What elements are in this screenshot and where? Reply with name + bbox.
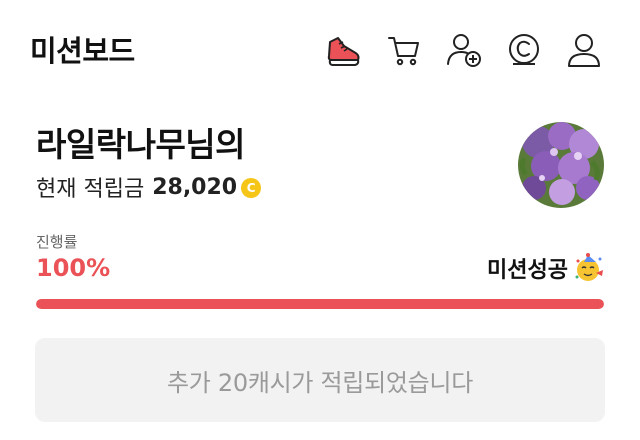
progress-percent: 100% [36,254,111,282]
mission-success: 미션성공 [487,252,604,284]
avatar[interactable] [518,122,604,208]
mission-success-label: 미션성공 [487,258,568,283]
cash-coin-icon[interactable] [502,28,546,72]
page-title: 미션보드 [30,34,135,68]
party-face-icon [574,253,604,283]
points-row: 현재 적립금 28,020 C [36,171,262,203]
profile-name: 라일락나무님의 [36,125,246,164]
user-profile-icon[interactable] [562,28,606,72]
reward-message: 추가 20캐시가 적립되었습니다 [167,368,473,397]
progress-bar-fill [36,299,604,309]
app-header: 미션보드 [0,0,640,100]
add-friend-icon[interactable] [442,28,486,72]
cart-icon[interactable] [382,28,426,72]
coin-icon: C [241,178,262,198]
points-value: 28,020 [152,174,238,200]
reward-message-box: 추가 20캐시가 적립되었습니다 [35,338,605,422]
progress-label: 진행률 [36,233,78,251]
points-label: 현재 적립금 [36,177,145,202]
sneaker-icon[interactable] [322,28,366,72]
progress-bar [36,299,604,309]
header-icon-bar [322,28,612,72]
